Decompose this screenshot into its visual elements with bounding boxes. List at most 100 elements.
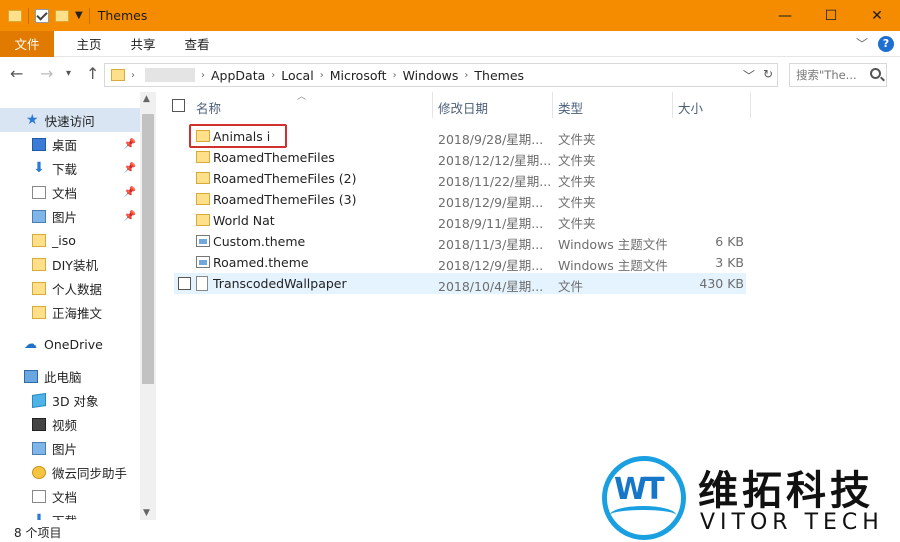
tab-file[interactable]: 文件 [0, 30, 54, 57]
folder-icon [196, 172, 210, 184]
file-date: 2018/12/9/星期... [438, 258, 544, 273]
search-icon[interactable] [870, 68, 881, 79]
column-date[interactable]: 修改日期 [438, 98, 488, 117]
pin-icon[interactable]: 📌 [124, 139, 136, 150]
column-size[interactable]: 大小 [678, 98, 703, 117]
help-icon[interactable]: ? [878, 35, 894, 52]
sidebar-item-documents[interactable]: 文档 📌 [0, 180, 140, 204]
toolbar-divider [88, 7, 90, 24]
sidebar-item-diy[interactable]: DIY装机 [0, 252, 140, 276]
computer-icon [24, 369, 38, 383]
sidebar-item-pc-downloads[interactable]: ⬇ 下载 [0, 508, 140, 521]
file-date: 2018/11/3/星期... [438, 237, 544, 252]
file-row[interactable]: RoamedThemeFiles (3) 2018/12/9/星期... 文件夹 [174, 189, 746, 210]
up-arrow-icon[interactable]: ↑ [86, 64, 99, 83]
toolbar-divider [28, 7, 29, 24]
file-row[interactable]: Custom.theme 2018/11/3/星期... Windows 主题文… [174, 231, 746, 252]
download-icon: ⬇ [33, 159, 45, 176]
file-size: 3 KB [715, 255, 744, 270]
sidebar-item-label: OneDrive [44, 336, 103, 352]
file-date: 2018/9/28/星期... [438, 132, 544, 147]
column-divider[interactable] [750, 92, 751, 118]
file-name: RoamedThemeFiles (2) [213, 171, 357, 186]
picture-icon [32, 441, 46, 455]
sidebar-item-onedrive[interactable]: ☁ OneDrive [0, 332, 140, 356]
sidebar-item-label: 文档 [52, 489, 78, 505]
sidebar-item-zhenghai[interactable]: 正海推文 [0, 300, 140, 324]
sidebar-item-label: 图片 [52, 441, 78, 457]
properties-check-icon[interactable] [35, 8, 49, 23]
breadcrumb-separator-icon[interactable]: › [131, 70, 135, 81]
scroll-down-icon[interactable]: ▼ [143, 508, 150, 518]
scroll-up-icon[interactable]: ▲ [143, 94, 150, 104]
breadcrumb-windows[interactable]: Windows [403, 68, 459, 83]
sidebar-item-pc-pictures[interactable]: 图片 [0, 436, 140, 460]
expand-ribbon-chevron-icon[interactable]: ﹀ [856, 35, 868, 52]
breadcrumb-separator-icon[interactable]: › [320, 70, 324, 81]
breadcrumb-separator-icon[interactable]: › [393, 70, 397, 81]
breadcrumb-separator-icon[interactable]: › [201, 70, 205, 81]
tab-home[interactable]: 主页 [70, 34, 108, 53]
file-row[interactable]: RoamedThemeFiles (2) 2018/11/22/星期... 文件… [174, 168, 746, 189]
sidebar-item-label: 文档 [52, 185, 78, 201]
file-name: Custom.theme [213, 234, 306, 249]
minimize-button[interactable]: — [762, 0, 808, 31]
row-checkbox[interactable] [178, 277, 191, 290]
column-name[interactable]: 名称 [196, 98, 221, 117]
sidebar-item-this-pc[interactable]: 此电脑 [0, 364, 140, 388]
file-row[interactable]: Roamed.theme 2018/12/9/星期... Windows 主题文… [174, 252, 746, 273]
sidebar-item-videos[interactable]: 视频 [0, 412, 140, 436]
vitor-tech-watermark-logo: WT 维拓科技 VITOR TECH [600, 448, 900, 542]
forward-arrow-icon[interactable]: → [40, 64, 53, 83]
sidebar-item-pictures[interactable]: 图片 📌 [0, 204, 140, 228]
breadcrumb-microsoft[interactable]: Microsoft [330, 68, 387, 83]
recent-locations-chevron-icon[interactable]: ▾ [66, 68, 71, 79]
new-folder-icon[interactable] [55, 9, 69, 22]
sidebar-item-label: _iso [52, 232, 76, 248]
column-divider[interactable] [672, 92, 673, 118]
search-input[interactable]: 搜索"The... [789, 63, 887, 87]
document-icon [32, 489, 46, 503]
sort-ascending-icon: ︿ [297, 92, 307, 102]
sidebar-item-3d-objects[interactable]: 3D 对象 [0, 388, 140, 412]
sidebar-item-iso[interactable]: _iso [0, 228, 140, 252]
file-row[interactable]: RoamedThemeFiles 2018/12/12/星期... 文件夹 [174, 147, 746, 168]
column-type[interactable]: 类型 [558, 98, 583, 117]
sidebar-item-quick-access[interactable]: ★ 快速访问 [0, 108, 140, 132]
maximize-button[interactable]: ☐ [808, 0, 854, 31]
file-row[interactable]: TranscodedWallpaper 2018/10/4/星期... 文件 4… [174, 273, 746, 294]
sidebar-item-label: 桌面 [52, 137, 78, 153]
sidebar-scrollbar[interactable]: ▲ ▼ [140, 92, 156, 520]
pin-icon[interactable]: 📌 [124, 187, 136, 198]
breadcrumb-themes[interactable]: Themes [474, 68, 524, 83]
column-divider[interactable] [552, 92, 553, 118]
back-arrow-icon[interactable]: ← [10, 64, 23, 83]
file-row[interactable]: World Nat 2018/9/11/星期... 文件夹 [174, 210, 746, 231]
customize-toolbar-dropdown-icon[interactable]: ▼ [75, 10, 83, 21]
select-all-checkbox[interactable] [172, 99, 185, 112]
sidebar-item-pc-documents[interactable]: 文档 [0, 484, 140, 508]
sidebar-item-weiyun[interactable]: 微云同步助手 [0, 460, 140, 484]
file-name: TranscodedWallpaper [213, 276, 347, 291]
sidebar-item-downloads[interactable]: ⬇ 下载 📌 [0, 156, 140, 180]
breadcrumb-separator-icon[interactable]: › [464, 70, 468, 81]
breadcrumb-appdata[interactable]: AppData [211, 68, 265, 83]
sidebar-item-personal-data[interactable]: 个人数据 [0, 276, 140, 300]
scrollbar-thumb[interactable] [142, 114, 154, 384]
breadcrumb-separator-icon[interactable]: › [271, 70, 275, 81]
pin-icon[interactable]: 📌 [124, 211, 136, 222]
logo-wv-mark: WT [614, 472, 665, 507]
address-history-chevron-icon[interactable]: ﹀ [743, 67, 755, 84]
pin-icon[interactable]: 📌 [124, 163, 136, 174]
breadcrumb-local[interactable]: Local [281, 68, 313, 83]
address-bar[interactable]: › › AppData › Local › Microsoft › Window… [104, 63, 778, 87]
file-date: 2018/12/9/星期... [438, 195, 544, 210]
close-button[interactable]: ✕ [854, 0, 900, 31]
column-divider[interactable] [432, 92, 433, 118]
refresh-icon[interactable]: ↻ [763, 67, 773, 84]
tab-view[interactable]: 查看 [178, 34, 216, 53]
sidebar-item-desktop[interactable]: 桌面 📌 [0, 132, 140, 156]
folder-icon [32, 257, 46, 271]
tab-share[interactable]: 共享 [124, 34, 162, 53]
logo-chinese-text: 维拓科技 [698, 468, 874, 514]
